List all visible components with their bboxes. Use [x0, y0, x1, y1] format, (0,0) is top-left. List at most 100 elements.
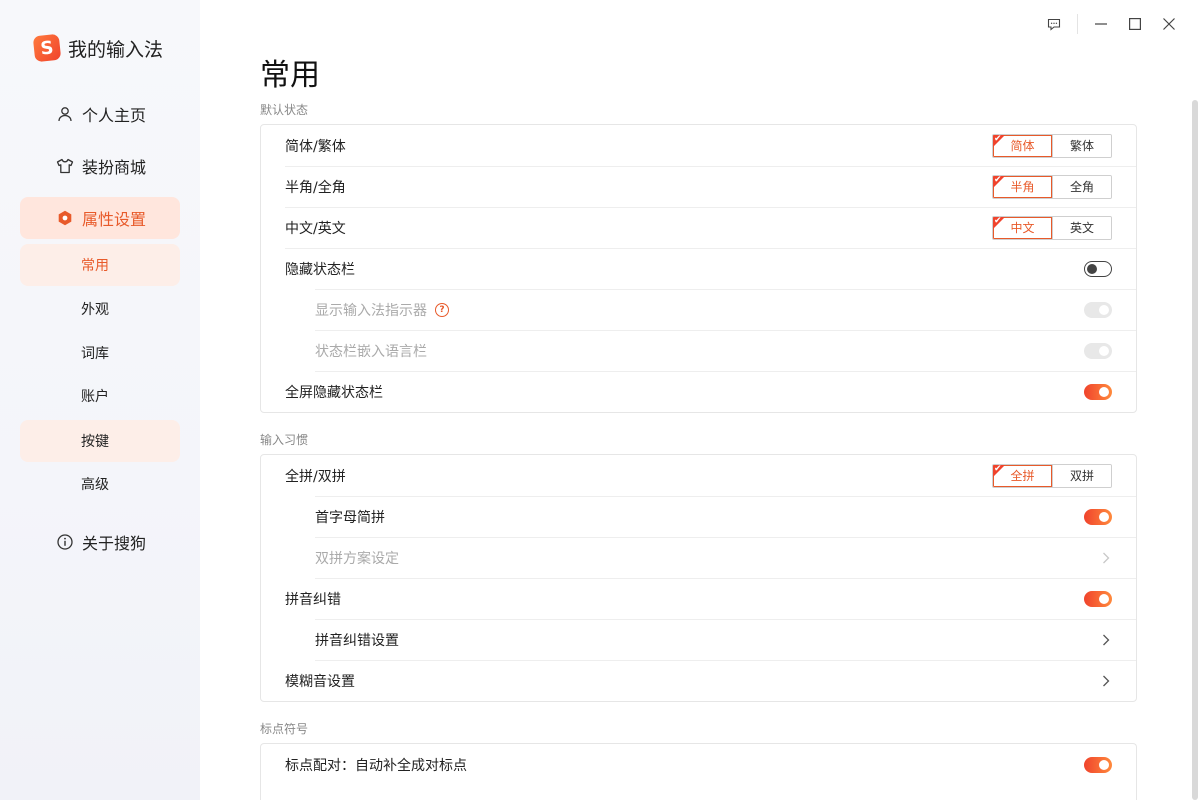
- row-punctuation-pairing: 标点配对：自动补全成对标点: [261, 744, 1136, 785]
- nav-item-store[interactable]: 装扮商城: [20, 145, 180, 187]
- row-label: 隐藏状态栏: [285, 261, 355, 278]
- segmented-half-full-width: ✔ 半角 全角: [992, 174, 1112, 199]
- row-label: 全拼/双拼: [285, 468, 346, 485]
- option-label: 全角: [1069, 180, 1094, 194]
- row-show-indicator: 显示输入法指示器?: [261, 289, 1136, 330]
- nav-item-label: 属性设置: [82, 210, 147, 229]
- sidebar-item-label: 词库: [81, 346, 109, 362]
- section-title-punctuation: 标点符号: [260, 722, 309, 736]
- row-full-double-pinyin: 全拼/双拼 ✔ 全拼 双拼: [261, 455, 1136, 496]
- option-full-pinyin[interactable]: ✔ 全拼: [993, 463, 1052, 487]
- row-fullscreen-hide-status-bar: 全屏隐藏状态栏: [261, 371, 1136, 412]
- toggle-show-indicator: [1084, 301, 1112, 318]
- sidebar-item-label: 高级: [81, 477, 109, 493]
- nav-item-label: 关于搜狗: [82, 534, 147, 553]
- chevron-right-icon: [1100, 633, 1112, 647]
- sidebar-item-advanced[interactable]: 高级: [20, 463, 180, 505]
- option-traditional[interactable]: 繁体: [1052, 134, 1111, 157]
- segmented-chinese-english: ✔ 中文 英文: [992, 215, 1112, 240]
- row-label: 中文/英文: [285, 220, 346, 237]
- option-simplified[interactable]: ✔ 简体: [993, 133, 1052, 157]
- option-chinese[interactable]: ✔ 中文: [993, 215, 1052, 239]
- nav-item-about[interactable]: 关于搜狗: [20, 521, 180, 563]
- nav-item-profile[interactable]: 个人主页: [20, 93, 180, 135]
- sidebar-item-label: 常用: [81, 258, 109, 274]
- user-icon: [56, 105, 74, 123]
- check-icon: ✔: [994, 463, 1002, 474]
- toggle-hide-status-bar[interactable]: [1084, 260, 1112, 277]
- row-embed-language-bar: 状态栏嵌入语言栏: [261, 330, 1136, 371]
- maximize-icon: [1129, 18, 1141, 30]
- sidebar-item-label: 外观: [81, 302, 109, 318]
- scrollbar[interactable]: [1192, 100, 1198, 800]
- section-title-input-habit: 输入习惯: [260, 433, 309, 447]
- toggle-fullscreen-hide-status-bar[interactable]: [1084, 383, 1112, 400]
- row-label: 全屏隐藏状态栏: [285, 384, 383, 401]
- row-label: 双拼方案设定: [315, 550, 399, 567]
- toggle-punctuation-pairing[interactable]: [1084, 756, 1112, 773]
- row-label: 拼音纠错: [285, 591, 341, 608]
- sidebar-item-label: 按键: [81, 434, 109, 450]
- maximize-button[interactable]: [1118, 12, 1152, 36]
- row-initial-abbreviation: 首字母简拼: [261, 496, 1136, 537]
- chevron-right-icon: [1100, 674, 1112, 688]
- sidebar-item-appearance[interactable]: 外观: [20, 288, 180, 330]
- sogou-logo-icon: S: [32, 33, 62, 63]
- row-label-text: 显示输入法指示器: [315, 302, 427, 319]
- info-icon: [56, 533, 74, 551]
- sidebar-item-dictionary[interactable]: 词库: [20, 332, 180, 374]
- toggle-initial-abbreviation[interactable]: [1084, 508, 1112, 525]
- sidebar-item-keys[interactable]: 按键: [20, 420, 180, 462]
- feedback-button[interactable]: [1037, 12, 1071, 36]
- card-input-habit: 全拼/双拼 ✔ 全拼 双拼 首字母简拼 双拼方案设定 拼音纠错 拼音纠错设置 模糊…: [260, 454, 1137, 702]
- nav-item-label: 个人主页: [82, 106, 147, 125]
- row-label: 模糊音设置: [285, 673, 355, 690]
- sidebar-item-account[interactable]: 账户: [20, 375, 180, 417]
- feedback-icon: [1047, 18, 1061, 31]
- toggle-pinyin-correction[interactable]: [1084, 590, 1112, 607]
- sidebar-item-label: 账户: [81, 389, 109, 405]
- toggle-embed-language-bar: [1084, 342, 1112, 359]
- option-label: 双拼: [1069, 469, 1094, 483]
- check-icon: ✔: [994, 215, 1002, 226]
- card-punctuation: 标点配对：自动补全成对标点: [260, 743, 1137, 800]
- chevron-right-icon: [1100, 551, 1112, 565]
- row-half-full-width: 半角/全角 ✔ 半角 全角: [261, 166, 1136, 207]
- help-icon[interactable]: ?: [435, 302, 449, 317]
- brand: S 我的输入法: [32, 33, 164, 63]
- option-label: 中文: [1010, 221, 1035, 235]
- check-icon: ✔: [994, 174, 1002, 185]
- row-simplified-traditional: 简体/繁体 ✔ 简体 繁体: [261, 125, 1136, 166]
- option-english[interactable]: 英文: [1052, 216, 1111, 239]
- nav-item-settings[interactable]: 属性设置: [20, 197, 180, 239]
- row-pinyin-correction: 拼音纠错: [261, 578, 1136, 619]
- divider: [1077, 14, 1078, 34]
- row-label: 标点配对：自动补全成对标点: [285, 757, 467, 774]
- close-button[interactable]: [1152, 12, 1186, 36]
- sidebar: S 我的输入法 个人主页 装扮商城 属性设置 常用 外观 词库 账户 按键 高级: [0, 0, 200, 800]
- option-label: 全拼: [1010, 469, 1035, 483]
- nav-item-label: 装扮商城: [82, 158, 147, 177]
- tshirt-icon: [56, 157, 74, 175]
- minimize-button[interactable]: [1084, 12, 1118, 36]
- check-icon: ✔: [994, 133, 1002, 144]
- row-pinyin-correction-settings[interactable]: 拼音纠错设置: [261, 619, 1136, 660]
- close-icon: [1163, 18, 1175, 30]
- row-fuzzy-pinyin-settings[interactable]: 模糊音设置: [261, 660, 1136, 701]
- row-label: 状态栏嵌入语言栏: [315, 343, 427, 360]
- option-label: 简体: [1010, 139, 1035, 153]
- sidebar-item-general[interactable]: 常用: [20, 244, 180, 286]
- segmented-simplified-traditional: ✔ 简体 繁体: [992, 133, 1112, 158]
- row-chinese-english: 中文/英文 ✔ 中文 英文: [261, 207, 1136, 248]
- row-label: 显示输入法指示器?: [315, 300, 449, 320]
- option-half-width[interactable]: ✔ 半角: [993, 174, 1052, 198]
- row-label: 简体/繁体: [285, 138, 346, 155]
- option-full-width[interactable]: 全角: [1052, 175, 1111, 198]
- section-title-default-state: 默认状态: [260, 103, 309, 117]
- option-label: 半角: [1010, 180, 1035, 194]
- row-label: 拼音纠错设置: [315, 632, 399, 649]
- option-double-pinyin[interactable]: 双拼: [1052, 464, 1111, 487]
- option-label: 繁体: [1069, 139, 1094, 153]
- app-name: 我的输入法: [68, 38, 164, 61]
- segmented-full-double-pinyin: ✔ 全拼 双拼: [992, 463, 1112, 488]
